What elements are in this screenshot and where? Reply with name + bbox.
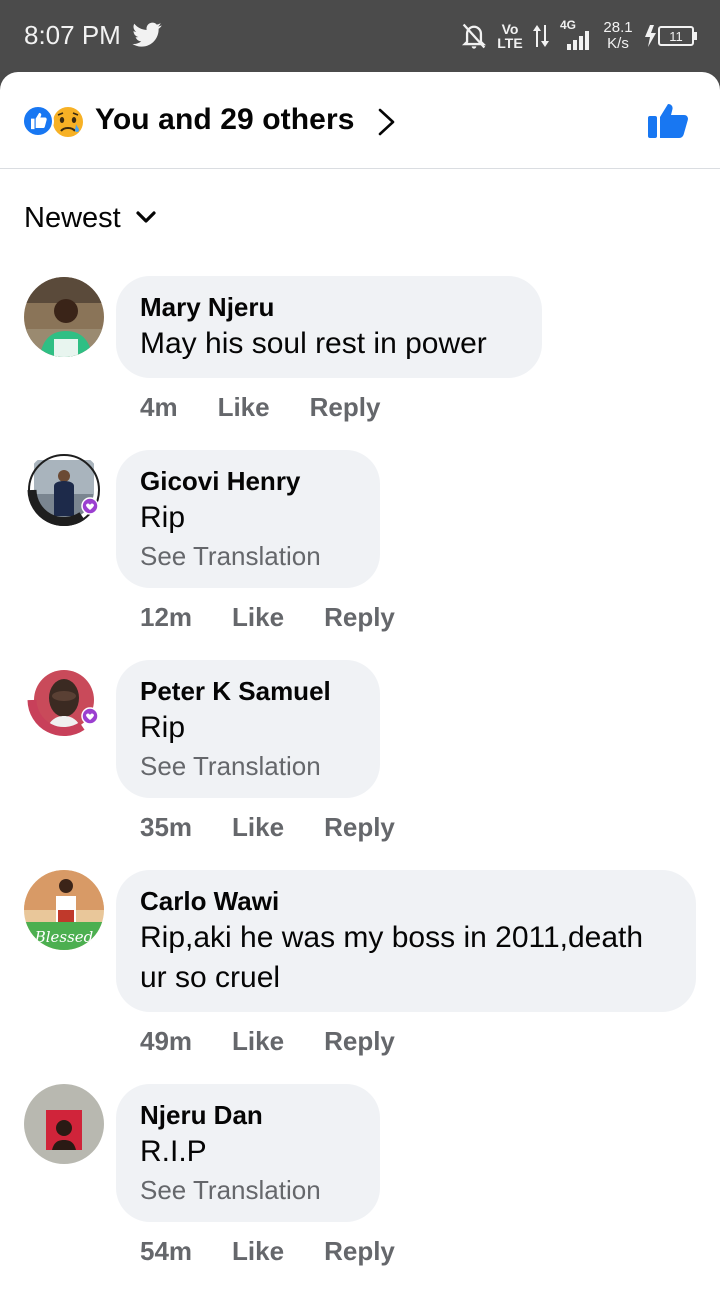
comment-time[interactable]: 4m [140, 392, 178, 423]
comment-author[interactable]: Njeru Dan [140, 1098, 356, 1132]
comment-time[interactable]: 35m [140, 812, 192, 843]
reply-link[interactable]: Reply [310, 392, 381, 423]
avatar[interactable]: Blessed [24, 870, 104, 950]
see-translation-link[interactable]: See Translation [140, 748, 356, 784]
see-translation-link[interactable]: See Translation [140, 1172, 356, 1208]
comment-text: May his soul rest in power [140, 327, 487, 360]
comment-text: R.I.P [140, 1135, 207, 1168]
volte-indicator: Vo LTE [497, 21, 523, 51]
like-link[interactable]: Like [232, 812, 284, 843]
comment-actions: 49m Like Reply [140, 1026, 395, 1057]
comment-author[interactable]: Mary Njeru [140, 290, 518, 324]
sort-dropdown[interactable]: Newest [24, 202, 157, 235]
avatar[interactable] [24, 450, 104, 530]
comment-time[interactable]: 49m [140, 1026, 192, 1057]
avatar[interactable] [24, 1084, 104, 1164]
chevron-down-icon [136, 210, 156, 223]
reply-link[interactable]: Reply [324, 1026, 395, 1057]
reactions-summary[interactable]: You and 29 others [95, 103, 355, 137]
comment-bubble[interactable]: Njeru Dan R.I.P See Translation [116, 1084, 380, 1222]
comments-sheet: You and 29 others Newest Mary Njeru May … [0, 72, 720, 1306]
comment-actions: 4m Like Reply [140, 392, 380, 423]
battery-icon: 11 [645, 25, 697, 47]
avatar[interactable] [24, 277, 104, 357]
sad-reaction-icon[interactable] [50, 104, 86, 140]
status-bar: 8:07 PM Vo LTE 4G 28.1 K/s 11 [0, 0, 720, 72]
like-reaction-icon[interactable] [22, 105, 54, 137]
reactions-header: You and 29 others [0, 72, 720, 169]
svg-text:Blessed: Blessed [34, 928, 94, 946]
comment-text: Rip [140, 711, 186, 744]
status-time: 8:07 PM [24, 20, 121, 50]
like-link[interactable]: Like [232, 1236, 284, 1267]
comment-bubble[interactable]: Peter K Samuel Rip See Translation [116, 660, 380, 798]
comment-actions: 12m Like Reply [140, 602, 395, 633]
like-link[interactable]: Like [232, 602, 284, 633]
twitter-icon [132, 22, 162, 47]
comment-actions: 35m Like Reply [140, 812, 395, 843]
like-link[interactable]: Like [232, 1026, 284, 1057]
comment-bubble[interactable]: Carlo Wawi Rip,aki he was my boss in 201… [116, 870, 696, 1012]
network-speed: 28.1 K/s [603, 19, 633, 52]
data-arrows-icon [533, 25, 549, 47]
like-link[interactable]: Like [218, 392, 270, 423]
comment-bubble[interactable]: Gicovi Henry Rip See Translation [116, 450, 380, 588]
chevron-right-icon[interactable] [376, 106, 398, 138]
sort-label: Newest [24, 202, 121, 234]
signal-icon: 4G [558, 18, 592, 50]
see-translation-link[interactable]: See Translation [140, 538, 356, 574]
comment-time[interactable]: 12m [140, 602, 192, 633]
svg-text:11: 11 [669, 29, 683, 44]
comment-text: Rip,aki he was my boss in 2011,death ur … [140, 921, 644, 994]
comment-author[interactable]: Carlo Wawi [140, 884, 672, 918]
mute-bell-icon [461, 23, 487, 49]
reply-link[interactable]: Reply [324, 812, 395, 843]
comment-time[interactable]: 54m [140, 1236, 192, 1267]
comment-author[interactable]: Peter K Samuel [140, 674, 356, 708]
reply-link[interactable]: Reply [324, 1236, 395, 1267]
comment-text: Rip [140, 501, 186, 534]
reply-link[interactable]: Reply [324, 602, 395, 633]
avatar[interactable] [24, 660, 104, 740]
comment-author[interactable]: Gicovi Henry [140, 464, 356, 498]
comment-bubble[interactable]: Mary Njeru May his soul rest in power [116, 276, 542, 378]
like-button-icon[interactable] [646, 100, 690, 140]
comment-actions: 54m Like Reply [140, 1236, 395, 1267]
